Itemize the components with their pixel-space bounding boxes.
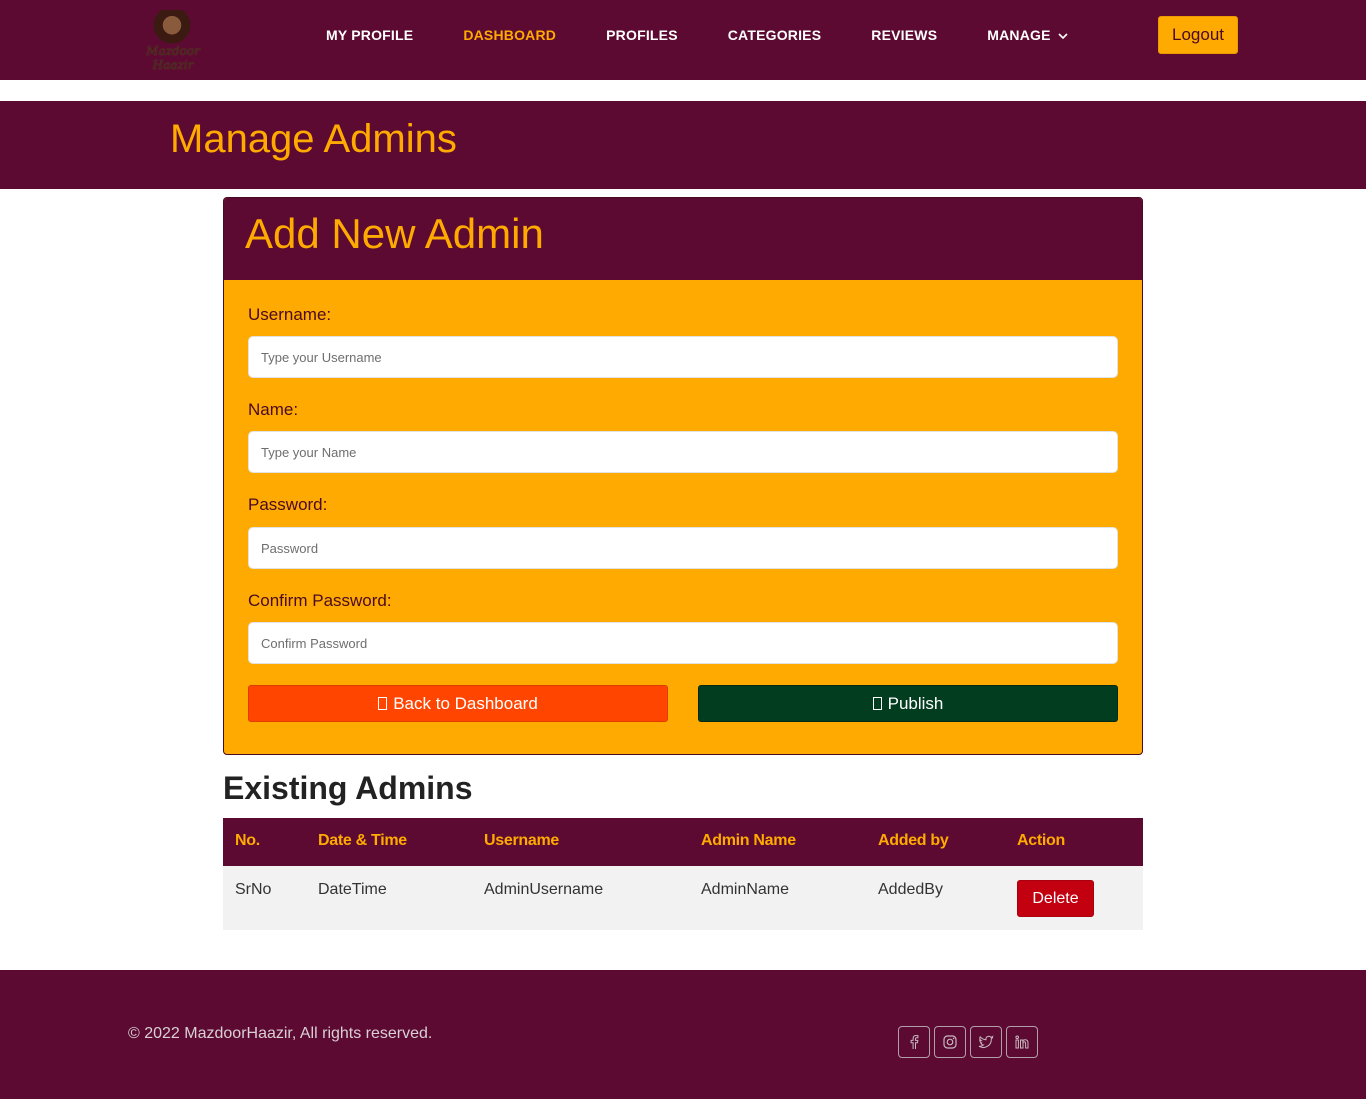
cell-no: SrNo bbox=[235, 881, 272, 898]
page-title: Manage Admins bbox=[170, 117, 457, 161]
back-to-dashboard-button[interactable]: Back to Dashboard bbox=[248, 685, 668, 722]
add-admin-card: Add New Admin Username: Name: Password: … bbox=[223, 197, 1143, 755]
arrow-left-icon bbox=[378, 697, 388, 710]
site-logo[interactable]: Mazdoor Haazir bbox=[130, 8, 216, 72]
check-icon bbox=[872, 697, 882, 710]
logout-button[interactable]: Logout bbox=[1158, 16, 1238, 54]
top-navbar: Mazdoor Haazir MY PROFILE DASHBOARD PROF… bbox=[0, 0, 1366, 80]
twitter-link[interactable] bbox=[970, 1026, 1002, 1058]
nav-links: MY PROFILE DASHBOARD PROFILES CATEGORIES… bbox=[326, 27, 1119, 43]
password-input[interactable] bbox=[248, 527, 1118, 569]
facebook-link[interactable] bbox=[898, 1026, 930, 1058]
nav-categories[interactable]: CATEGORIES bbox=[728, 27, 822, 43]
col-action: Action bbox=[1017, 832, 1065, 849]
col-no: No. bbox=[235, 832, 260, 849]
name-label: Name: bbox=[248, 400, 299, 419]
nav-reviews[interactable]: REVIEWS bbox=[871, 27, 937, 43]
password-label: Password: bbox=[248, 495, 328, 514]
publish-button-label: Publish bbox=[887, 693, 944, 713]
username-input[interactable] bbox=[248, 336, 1118, 378]
delete-admin-button[interactable]: Delete bbox=[1017, 880, 1094, 917]
social-links bbox=[898, 1026, 1042, 1058]
footer: © 2022 MazdoorHaazir, All rights reserve… bbox=[0, 970, 1366, 1099]
linkedin-icon bbox=[1015, 1035, 1029, 1049]
col-admin-name: Admin Name bbox=[701, 832, 796, 849]
instagram-link[interactable] bbox=[934, 1026, 966, 1058]
existing-admins-title: Existing Admins bbox=[223, 770, 473, 806]
nav-profiles[interactable]: PROFILES bbox=[606, 27, 678, 43]
confirm-password-input[interactable] bbox=[248, 622, 1118, 664]
name-input[interactable] bbox=[248, 431, 1118, 473]
col-date-time: Date & Time bbox=[318, 832, 407, 849]
nav-dashboard[interactable]: DASHBOARD bbox=[463, 27, 556, 43]
logo-text: Mazdoor Haazir bbox=[146, 44, 200, 72]
linkedin-link[interactable] bbox=[1006, 1026, 1038, 1058]
table-header: No. Date & Time Username Admin Name Adde… bbox=[223, 818, 1143, 866]
facebook-icon bbox=[910, 1034, 919, 1049]
nav-manage-label: MANAGE bbox=[987, 27, 1051, 43]
publish-button[interactable]: Publish bbox=[698, 685, 1118, 722]
copyright-text: © 2022 MazdoorHaazir, All rights reserve… bbox=[128, 1025, 433, 1042]
logo-image bbox=[152, 10, 192, 48]
col-added-by: Added by bbox=[878, 832, 949, 849]
instagram-icon bbox=[943, 1035, 957, 1049]
col-username: Username bbox=[484, 832, 559, 849]
cell-username: AdminUsername bbox=[484, 881, 604, 898]
admins-table: No. Date & Time Username Admin Name Adde… bbox=[223, 818, 1143, 930]
nav-my-profile[interactable]: MY PROFILE bbox=[326, 27, 413, 43]
username-label: Username: bbox=[248, 305, 332, 324]
confirm-password-label: Confirm Password: bbox=[248, 591, 392, 610]
page-header-banner: Manage Admins bbox=[0, 101, 1366, 189]
card-header: Add New Admin bbox=[224, 198, 1142, 280]
twitter-icon bbox=[978, 1035, 994, 1048]
cell-admin-name: AdminName bbox=[701, 881, 790, 898]
cell-added-by: AddedBy bbox=[878, 881, 943, 898]
nav-manage-dropdown[interactable]: MANAGE bbox=[987, 27, 1068, 43]
table-row: SrNo DateTime AdminUsername AdminName Ad… bbox=[223, 866, 1143, 930]
back-button-label: Back to Dashboard bbox=[393, 693, 538, 713]
cell-date-time: DateTime bbox=[318, 881, 387, 898]
chevron-down-icon bbox=[1058, 33, 1068, 40]
card-title: Add New Admin bbox=[245, 210, 544, 257]
